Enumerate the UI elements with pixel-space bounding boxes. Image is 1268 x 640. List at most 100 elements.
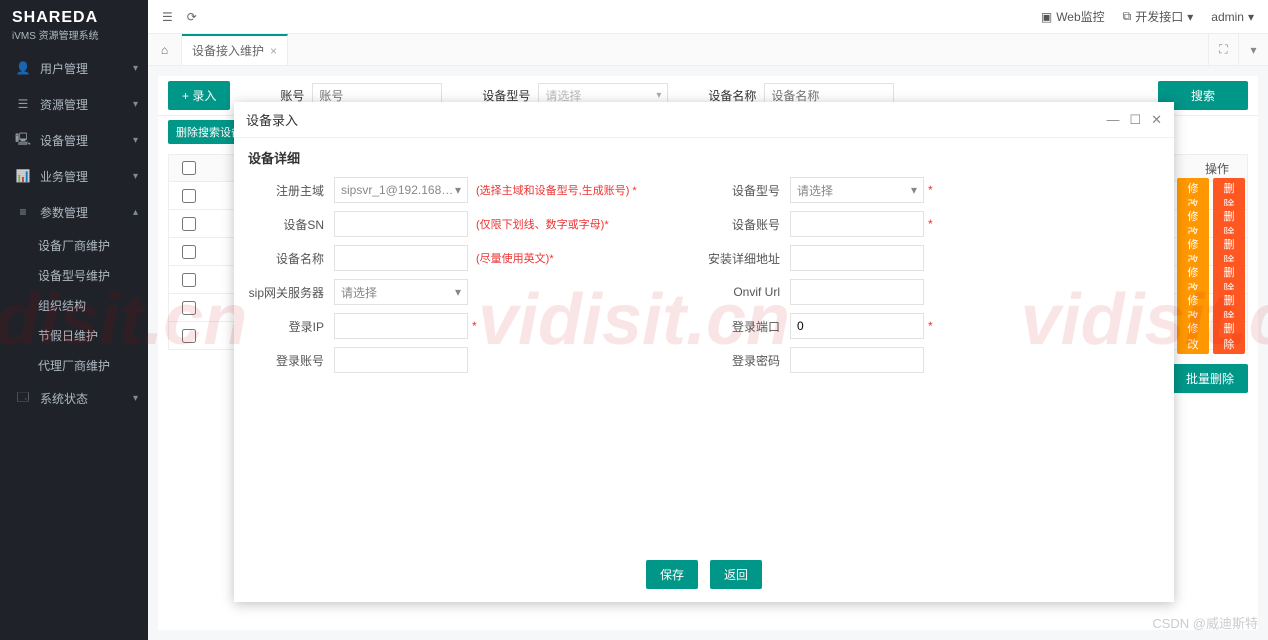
select-placeholder: 请选择 — [797, 182, 833, 199]
label-device-sn: 设备SN — [248, 216, 334, 233]
chevron-down-icon: ▾ — [133, 99, 138, 110]
required-star: * — [472, 319, 477, 333]
device-form: 注册主域 sipsvr_1@192.168.1.194:7060▾ (选择主域和… — [234, 173, 1174, 546]
back-button[interactable]: 返回 — [710, 560, 762, 589]
chevron-down-icon: ▾ — [455, 183, 461, 197]
input-onvif-url-wrap — [790, 279, 924, 305]
row-checkbox[interactable] — [182, 301, 196, 315]
close-icon[interactable]: × — [270, 44, 277, 58]
maximize-icon[interactable]: ☐ — [1129, 112, 1141, 128]
bulk-delete-button[interactable]: 批量删除 — [1172, 364, 1248, 393]
nav-label: 设备管理 — [40, 132, 88, 149]
user-icon: 👤 — [14, 61, 32, 75]
minimize-icon[interactable]: — — [1106, 112, 1119, 128]
input-login-ip[interactable] — [341, 319, 461, 333]
nav-resource-mgmt[interactable]: ☰ 资源管理 ▾ — [0, 86, 148, 122]
row-checkbox[interactable] — [182, 217, 196, 231]
select-reg-domain[interactable]: sipsvr_1@192.168.1.194:7060▾ — [334, 177, 468, 203]
save-button[interactable]: 保存 — [646, 560, 698, 589]
input-login-password-wrap — [790, 347, 924, 373]
label-login-ip: 登录IP — [248, 318, 334, 335]
nav-label: 业务管理 — [40, 168, 88, 185]
label-reg-domain: 注册主域 — [248, 182, 334, 199]
nav-sub-proxy-vendor[interactable]: 代理厂商维护 — [38, 350, 148, 380]
nav-label: 用户管理 — [40, 60, 88, 77]
select-device-model[interactable]: 请选择 ▾ — [790, 177, 924, 203]
user-menu[interactable]: admin▾ — [1211, 10, 1254, 24]
chevron-down-icon: ▾ — [133, 135, 138, 146]
nav-param-mgmt[interactable]: ≡参数管理▴ — [0, 194, 148, 230]
input-login-port[interactable] — [797, 319, 917, 333]
input-device-sn-wrap — [334, 211, 468, 237]
tab-device-access[interactable]: 设备接入维护 × — [182, 34, 288, 65]
nav-sub-vendor[interactable]: 设备厂商维护 — [38, 230, 148, 260]
row-checkbox[interactable] — [182, 189, 196, 203]
input-login-password[interactable] — [797, 353, 917, 367]
row-checkbox[interactable] — [182, 329, 196, 343]
row-checkbox[interactable] — [182, 273, 196, 287]
api-icon: ⧉ — [1123, 9, 1132, 24]
input-device-account-wrap — [790, 211, 924, 237]
edit-button[interactable]: 修改 — [1177, 318, 1209, 354]
delete-button[interactable]: 删除 — [1213, 318, 1245, 354]
nav-sub-model[interactable]: 设备型号维护 — [38, 260, 148, 290]
select-value: sipsvr_1@192.168.1.194:7060 — [341, 183, 455, 197]
input-install-addr[interactable] — [797, 251, 917, 265]
dev-api-link[interactable]: ⧉开发接口▾ — [1123, 8, 1194, 25]
label-device-account: 设备账号 — [704, 216, 790, 233]
label-install-addr: 安装详细地址 — [704, 250, 790, 267]
home-icon: ⌂ — [161, 43, 168, 57]
add-button[interactable]: + 录入 — [168, 81, 230, 110]
close-icon[interactable]: ✕ — [1151, 112, 1162, 128]
refresh-icon[interactable]: ⟳ — [187, 10, 197, 24]
required-star: * — [928, 217, 933, 231]
topbar: ☰ ⟳ ▣Web监控 ⧉开发接口▾ admin▾ — [148, 0, 1268, 34]
nav-user-mgmt[interactable]: 👤用户管理▾ — [0, 50, 148, 86]
chevron-down-icon: ▾ — [911, 183, 917, 197]
dev-api-label: 开发接口 — [1135, 8, 1183, 25]
row-checkbox[interactable] — [182, 245, 196, 259]
input-login-port-wrap — [790, 313, 924, 339]
nav-sub-org[interactable]: 组织结构 — [38, 290, 148, 320]
nav-label: 系统状态 — [40, 390, 88, 407]
tab-more-icon[interactable]: ▾ — [1238, 34, 1268, 65]
label-sip-gateway: sip网关服务器 — [248, 284, 334, 301]
tabbar: ⌂ 设备接入维护 × ⛶ ▾ — [148, 34, 1268, 66]
chevron-down-icon: ▾ — [133, 171, 138, 182]
nav-sub-holiday[interactable]: 节假日维护 — [38, 320, 148, 350]
hint-device-sn: (仅限下划线、数字或字母)* — [476, 216, 609, 232]
web-monitor-link[interactable]: ▣Web监控 — [1041, 8, 1105, 25]
label-login-account: 登录账号 — [248, 352, 334, 369]
label-login-password: 登录密码 — [704, 352, 790, 369]
select-all-checkbox[interactable] — [182, 161, 196, 175]
select-sip-gateway[interactable]: 请选择▾ — [334, 279, 468, 305]
input-onvif-url[interactable] — [797, 285, 917, 299]
chevron-up-icon: ▴ — [133, 207, 138, 218]
input-device-account[interactable] — [797, 217, 917, 231]
device-entry-modal: 设备录入 — ☐ ✕ 设备详细 注册主域 sipsvr_1@192.168.1.… — [234, 102, 1174, 602]
fullscreen-icon[interactable]: ⛶ — [1208, 34, 1238, 65]
required-star: * — [928, 183, 933, 197]
input-login-ip-wrap — [334, 313, 468, 339]
brand: SHAREDA iVMS 资源管理系统 — [0, 0, 148, 50]
nav-device-mgmt[interactable]: 🖳设备管理▾ — [0, 122, 148, 158]
hint-reg-domain: (选择主域和设备型号,生成账号) * — [476, 182, 637, 198]
tab-label: 设备接入维护 — [192, 42, 264, 59]
input-device-sn[interactable] — [341, 217, 461, 231]
select-placeholder: 请选择 — [341, 284, 377, 301]
nav: 👤用户管理▾ ☰资源管理▾ 🖳设备管理▾ 📊业务管理▾ ≡参数管理▴ 设备厂商维… — [0, 50, 148, 416]
nav-business-mgmt[interactable]: 📊业务管理▾ — [0, 158, 148, 194]
input-login-account-wrap — [334, 347, 468, 373]
modal-title: 设备录入 — [246, 110, 298, 129]
input-login-account[interactable] — [341, 353, 461, 367]
modal-section-title: 设备详细 — [234, 138, 1174, 173]
list-icon: ☰ — [14, 97, 32, 111]
chevron-down-icon: ▾ — [656, 90, 661, 101]
user-label: admin — [1211, 10, 1244, 24]
nav-label: 资源管理 — [40, 96, 88, 113]
menu-toggle-icon[interactable]: ☰ — [162, 10, 173, 24]
tab-home[interactable]: ⌂ — [148, 34, 182, 65]
required-star: * — [928, 319, 933, 333]
nav-system-status[interactable]: 🗔系统状态▾ — [0, 380, 148, 416]
input-device-name[interactable] — [341, 251, 461, 265]
